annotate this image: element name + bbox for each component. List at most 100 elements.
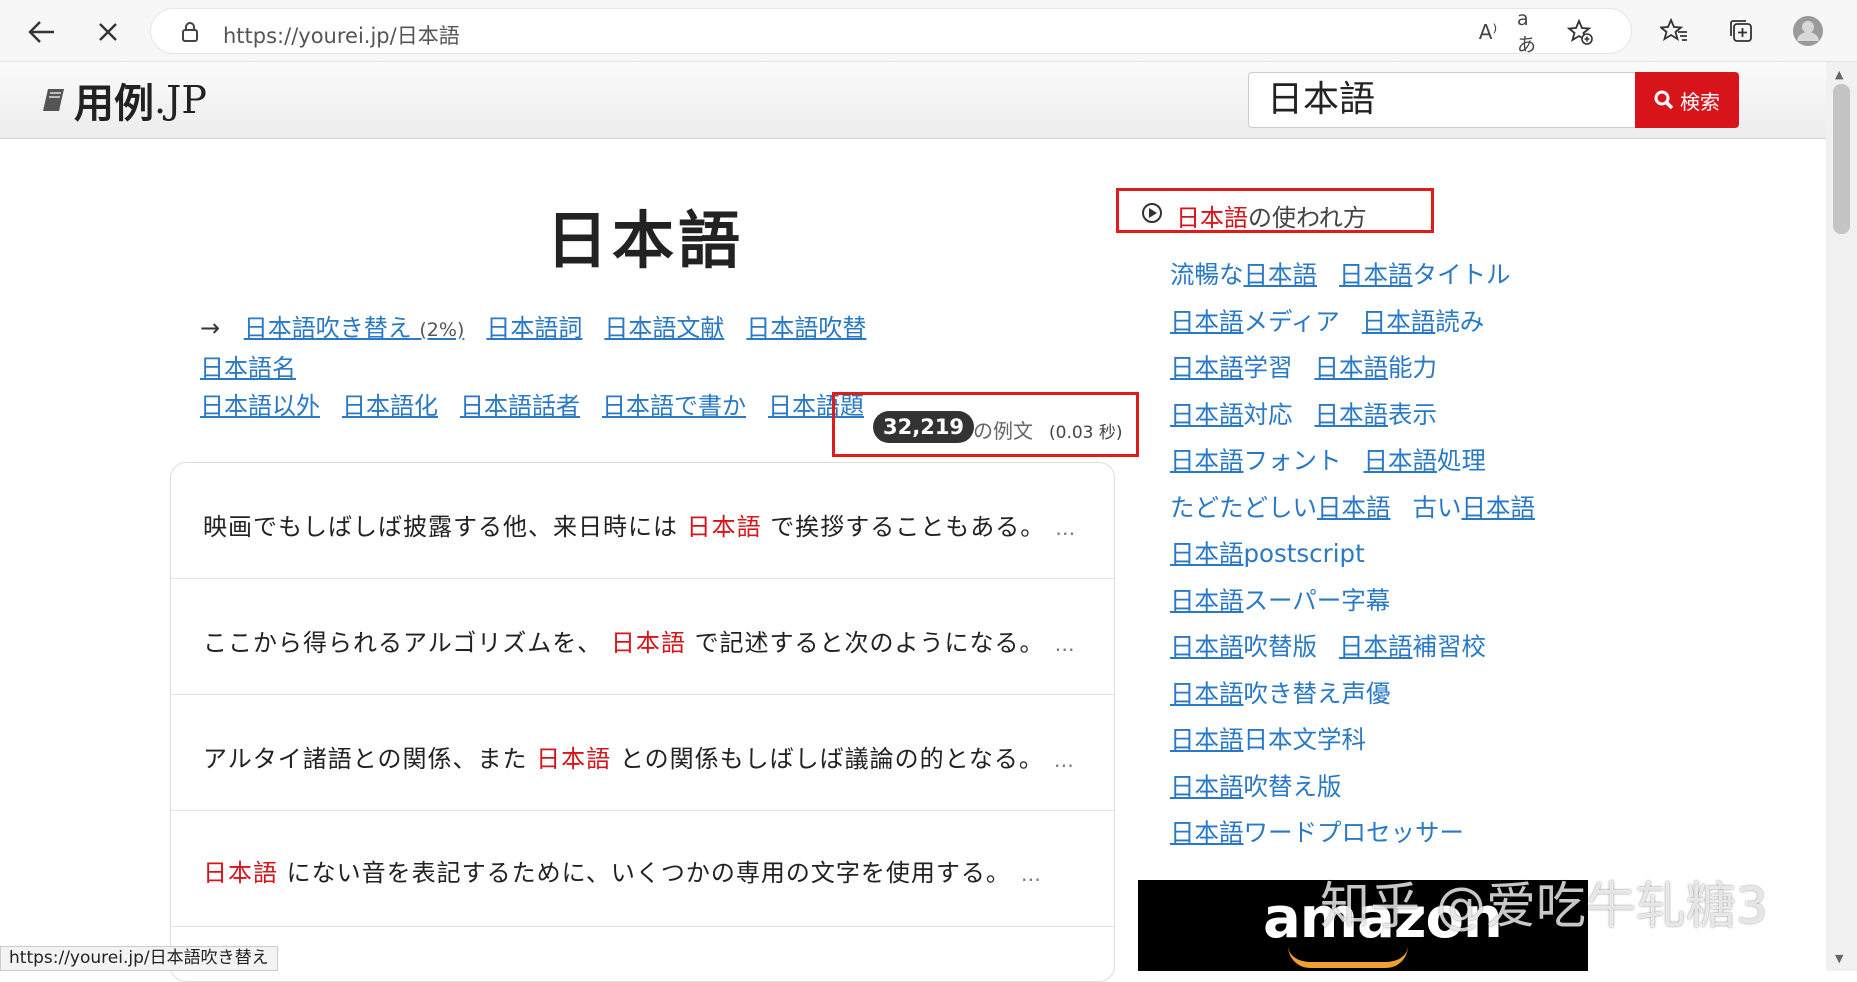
usage-link-row: たどたどしい日本語 古い日本語 (1170, 489, 1590, 536)
usage-link[interactable]: 日本語メディア (1170, 307, 1340, 336)
book-icon (43, 89, 64, 111)
usage-link[interactable]: 日本語処理 (1364, 446, 1487, 475)
usage-link-row: 日本語postscript (1170, 535, 1590, 582)
stop-loading-button[interactable] (88, 12, 128, 52)
search-icon (1654, 90, 1674, 110)
back-arrow-icon (28, 21, 54, 43)
related-term-link[interactable]: 日本語吹替 (746, 314, 866, 342)
usage-link[interactable]: 日本語フォント (1170, 446, 1342, 475)
example-sentence: 映画でもしばしば披露する他、来日時には 日本語 で挨拶することもある。… (203, 513, 1076, 541)
watermark: 知乎 @爱吃牛轧糖3 (1320, 877, 1768, 935)
result-count-label: の例文 (973, 419, 1033, 443)
result-count-box: 32,219 の例文 (0.03 秒) (832, 392, 1139, 457)
related-term-link[interactable]: 日本語詞 (486, 314, 582, 342)
usage-link-row: 日本語吹替え版 (1170, 768, 1590, 815)
usage-link[interactable]: 日本語タイトル (1339, 260, 1511, 289)
usage-heading: 日本語の使われ方 (1176, 204, 1367, 232)
example-sentence-row[interactable]: ここから得られるアルゴリズムを、 日本語 で記述すると次のようになる。… (171, 579, 1114, 695)
scroll-up-icon[interactable]: ▲ (1835, 68, 1843, 81)
usage-link[interactable]: 日本語対応 (1170, 400, 1293, 429)
usage-link[interactable]: 古い日本語 (1413, 493, 1536, 522)
browser-toolbar: https://yourei.jp/日本語 A⁾ aあ (0, 0, 1857, 62)
more-ellipsis[interactable]: … (1055, 516, 1075, 540)
usage-link-row: 日本語日本文学科 (1170, 721, 1590, 768)
usage-link[interactable]: 日本語postscript (1170, 539, 1365, 568)
example-sentence: 日本語 にない音を表記するために、いくつかの専用の文字を使用する。… (203, 859, 1041, 887)
arrow-icon: → (200, 314, 221, 342)
profile-avatar-icon[interactable] (1791, 14, 1825, 48)
highlighted-keyword: 日本語 (203, 859, 278, 887)
usage-link-row: 日本語吹き替え声優 (1170, 675, 1590, 722)
highlighted-keyword: 日本語 (686, 513, 762, 541)
usage-link[interactable]: 日本語吹替版 (1170, 632, 1317, 661)
usage-link[interactable]: 流暢な日本語 (1170, 260, 1317, 289)
more-ellipsis[interactable]: … (1055, 632, 1075, 656)
search-time: (0.03 秒) (1049, 423, 1123, 443)
address-bar[interactable]: https://yourei.jp/日本語 A⁾ aあ (150, 8, 1632, 56)
usage-link[interactable]: 日本語スーパー字幕 (1170, 586, 1390, 615)
usage-link[interactable]: 日本語表示 (1315, 400, 1438, 429)
usage-links: 流暢な日本語 日本語タイトル 日本語メディア 日本語読み 日本語学習 日本語能力 日本語対応… (1170, 256, 1590, 861)
related-term-link[interactable]: 日本語吹き替え (2%) (244, 314, 465, 342)
related-term-link[interactable]: 日本語で書か (602, 392, 746, 420)
logo-suffix: .JP (154, 78, 207, 122)
read-aloud-icon[interactable]: A⁾ (1473, 17, 1503, 47)
related-term-percent: (2%) (419, 319, 465, 341)
example-sentence-row[interactable]: アルタイ諸語との関係、また 日本語 との関係もしばしば議論の的となる。… (171, 695, 1114, 811)
usage-link-row: 日本語スーパー字幕 (1170, 582, 1590, 629)
usage-link-row: 日本語フォント 日本語処理 (1170, 442, 1590, 489)
example-list: 映画でもしばしば披露する他、来日時には 日本語 で挨拶することもある。… ここから… (170, 462, 1115, 982)
usage-link[interactable]: 日本語読み (1362, 307, 1485, 336)
search-button[interactable]: 検索 (1635, 72, 1739, 128)
page-scrollbar[interactable]: ▲ ▼ (1826, 62, 1857, 971)
more-ellipsis[interactable]: … (1054, 748, 1074, 772)
search-button-label: 検索 (1680, 89, 1720, 114)
usage-link[interactable]: 日本語学習 (1170, 353, 1293, 382)
usage-link-row: 日本語対応 日本語表示 (1170, 396, 1590, 443)
site-logo[interactable]: 用例 .JP (40, 72, 207, 128)
collections-icon[interactable] (1724, 14, 1758, 48)
translate-icon[interactable]: aあ (1517, 8, 1547, 56)
usage-heading-box[interactable]: 日本語の使われ方 (1116, 188, 1434, 233)
usage-link[interactable]: 日本語補習校 (1339, 632, 1486, 661)
site-header: 用例 .JP 日本語 検索 (0, 62, 1826, 139)
usage-link-row: 日本語ワードプロセッサー (1170, 814, 1590, 861)
lock-icon[interactable] (175, 17, 205, 47)
example-sentence: ここから得られるアルゴリズムを、 日本語 で記述すると次のようになる。… (203, 629, 1075, 657)
close-icon (99, 23, 117, 41)
example-sentence: アルタイ諸語との関係、また 日本語 との関係もしばしば議論の的となる。… (203, 745, 1074, 773)
example-sentence-row[interactable]: 映画でもしばしば披露する他、来日時には 日本語 で挨拶することもある。… (171, 463, 1114, 579)
back-button[interactable] (22, 12, 62, 52)
status-bar-url: https://yourei.jp/日本語吹き替え (0, 946, 278, 971)
usage-link[interactable]: 日本語日本文学科 (1170, 725, 1366, 754)
usage-link-row: 日本語学習 日本語能力 (1170, 349, 1590, 396)
amazon-smile-icon (1288, 946, 1408, 968)
page-title: 日本語 (545, 204, 744, 277)
usage-link[interactable]: 日本語ワードプロセッサー (1170, 818, 1464, 847)
usage-link-row: 流暢な日本語 日本語タイトル (1170, 256, 1590, 303)
logo-text: 用例 (74, 80, 154, 127)
highlighted-keyword: 日本語 (536, 745, 612, 773)
related-term-link[interactable]: 日本語文献 (604, 314, 724, 342)
highlighted-keyword: 日本語 (610, 629, 686, 657)
play-circle-icon (1142, 203, 1162, 223)
result-count-badge: 32,219 (873, 411, 975, 443)
usage-link-row: 日本語メディア 日本語読み (1170, 303, 1590, 350)
usage-link[interactable]: 日本語吹替え版 (1170, 772, 1342, 801)
related-term-link[interactable]: 日本語名 (200, 354, 296, 382)
example-sentence-row[interactable]: 日本語 にない音を表記するために、いくつかの専用の文字を使用する。… (171, 811, 1114, 927)
usage-link[interactable]: 日本語吹き替え声優 (1170, 679, 1391, 708)
search-input[interactable]: 日本語 (1248, 72, 1636, 128)
scroll-down-icon[interactable]: ▼ (1835, 952, 1843, 965)
usage-link[interactable]: 日本語能力 (1315, 353, 1438, 382)
related-term-link[interactable]: 日本語化 (342, 392, 438, 420)
scroll-thumb[interactable] (1833, 84, 1850, 234)
url-text[interactable]: https://yourei.jp/日本語 (223, 20, 460, 50)
usage-link-row: 日本語吹替版 日本語補習校 (1170, 628, 1590, 675)
favorites-icon[interactable] (1657, 14, 1691, 48)
add-favorite-icon[interactable] (1565, 17, 1595, 47)
more-ellipsis[interactable]: … (1021, 862, 1041, 886)
related-term-link[interactable]: 日本語話者 (460, 392, 580, 420)
related-term-link[interactable]: 日本語以外 (200, 392, 320, 420)
usage-link[interactable]: たどたどしい日本語 (1170, 493, 1391, 522)
